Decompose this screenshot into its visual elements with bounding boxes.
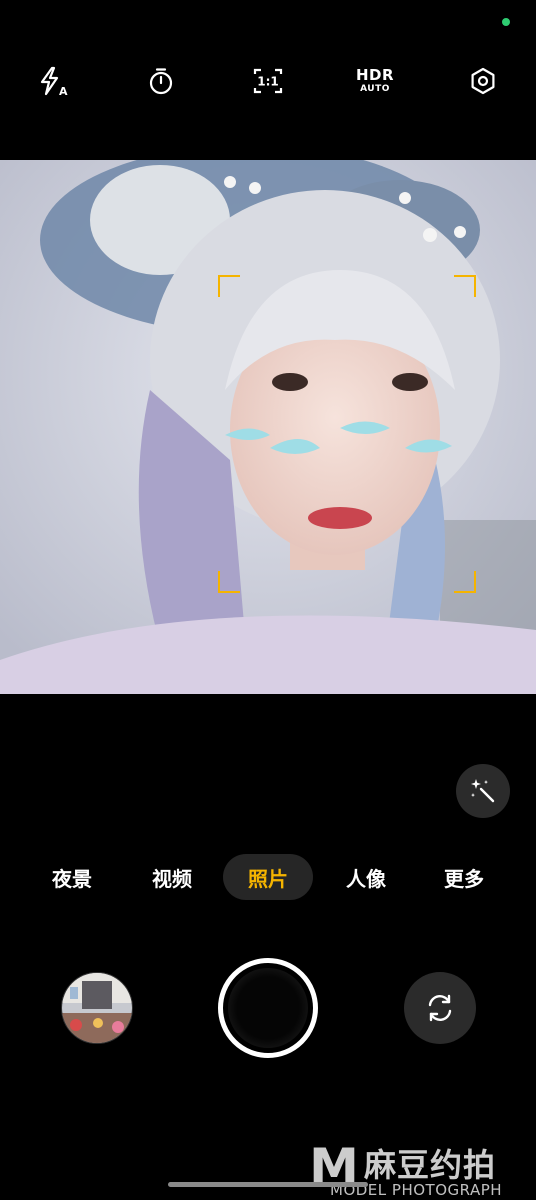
- top-control-bar: A 1:1 HDR AUTO: [0, 55, 536, 107]
- settings-hexagon-icon: [471, 67, 495, 95]
- shutter-inner: [228, 968, 308, 1048]
- timer-icon: [149, 68, 173, 95]
- hdr-button[interactable]: HDR AUTO: [349, 55, 401, 107]
- magic-wand-icon: [471, 779, 495, 803]
- switch-camera-icon: [428, 994, 452, 1022]
- home-indicator[interactable]: [168, 1182, 368, 1187]
- mode-video-label: 视频: [152, 866, 192, 891]
- aspect-ratio-icon: 1:1: [253, 68, 283, 94]
- mode-more[interactable]: 更多: [420, 854, 508, 900]
- status-indicator-dot: [502, 18, 510, 26]
- mode-night[interactable]: 夜景: [28, 854, 116, 900]
- camera-viewfinder[interactable]: [0, 160, 536, 694]
- focus-corner-top-left: [218, 275, 240, 297]
- settings-button[interactable]: [457, 55, 509, 107]
- focus-corner-bottom-right: [454, 571, 476, 593]
- hdr-label: HDR: [355, 66, 395, 84]
- focus-corner-bottom-left: [218, 571, 240, 593]
- watermark: M 麻豆约拍 MODEL PHOTOGRAPH: [302, 1136, 536, 1200]
- mode-night-label: 夜景: [52, 866, 92, 891]
- shutter-button[interactable]: [218, 958, 318, 1058]
- switch-camera-button[interactable]: [404, 972, 476, 1044]
- gallery-thumbnail[interactable]: [61, 972, 133, 1044]
- mode-photo-label: 照片: [248, 866, 288, 891]
- timer-button[interactable]: [135, 55, 187, 107]
- mode-video[interactable]: 视频: [128, 854, 216, 900]
- mode-portrait[interactable]: 人像: [322, 854, 410, 900]
- flash-auto-icon: A: [40, 66, 68, 98]
- flash-button[interactable]: A: [26, 55, 78, 107]
- focus-corner-top-right: [454, 275, 476, 297]
- gallery-thumbnail-image: [62, 973, 132, 1043]
- mode-more-label: 更多: [444, 866, 484, 891]
- flash-badge: A: [59, 85, 68, 98]
- mode-selector: 夜景 视频 照片 人像 更多: [0, 854, 536, 900]
- magic-button[interactable]: [456, 764, 510, 818]
- aspect-ratio-button[interactable]: 1:1: [242, 55, 294, 107]
- mode-portrait-label: 人像: [346, 866, 386, 891]
- focus-frame: [218, 275, 476, 593]
- mode-photo[interactable]: 照片: [223, 854, 313, 900]
- hdr-sub-label: AUTO: [360, 84, 390, 94]
- watermark-chinese-text: 麻豆约拍: [364, 1146, 497, 1184]
- aspect-ratio-label: 1:1: [257, 75, 279, 89]
